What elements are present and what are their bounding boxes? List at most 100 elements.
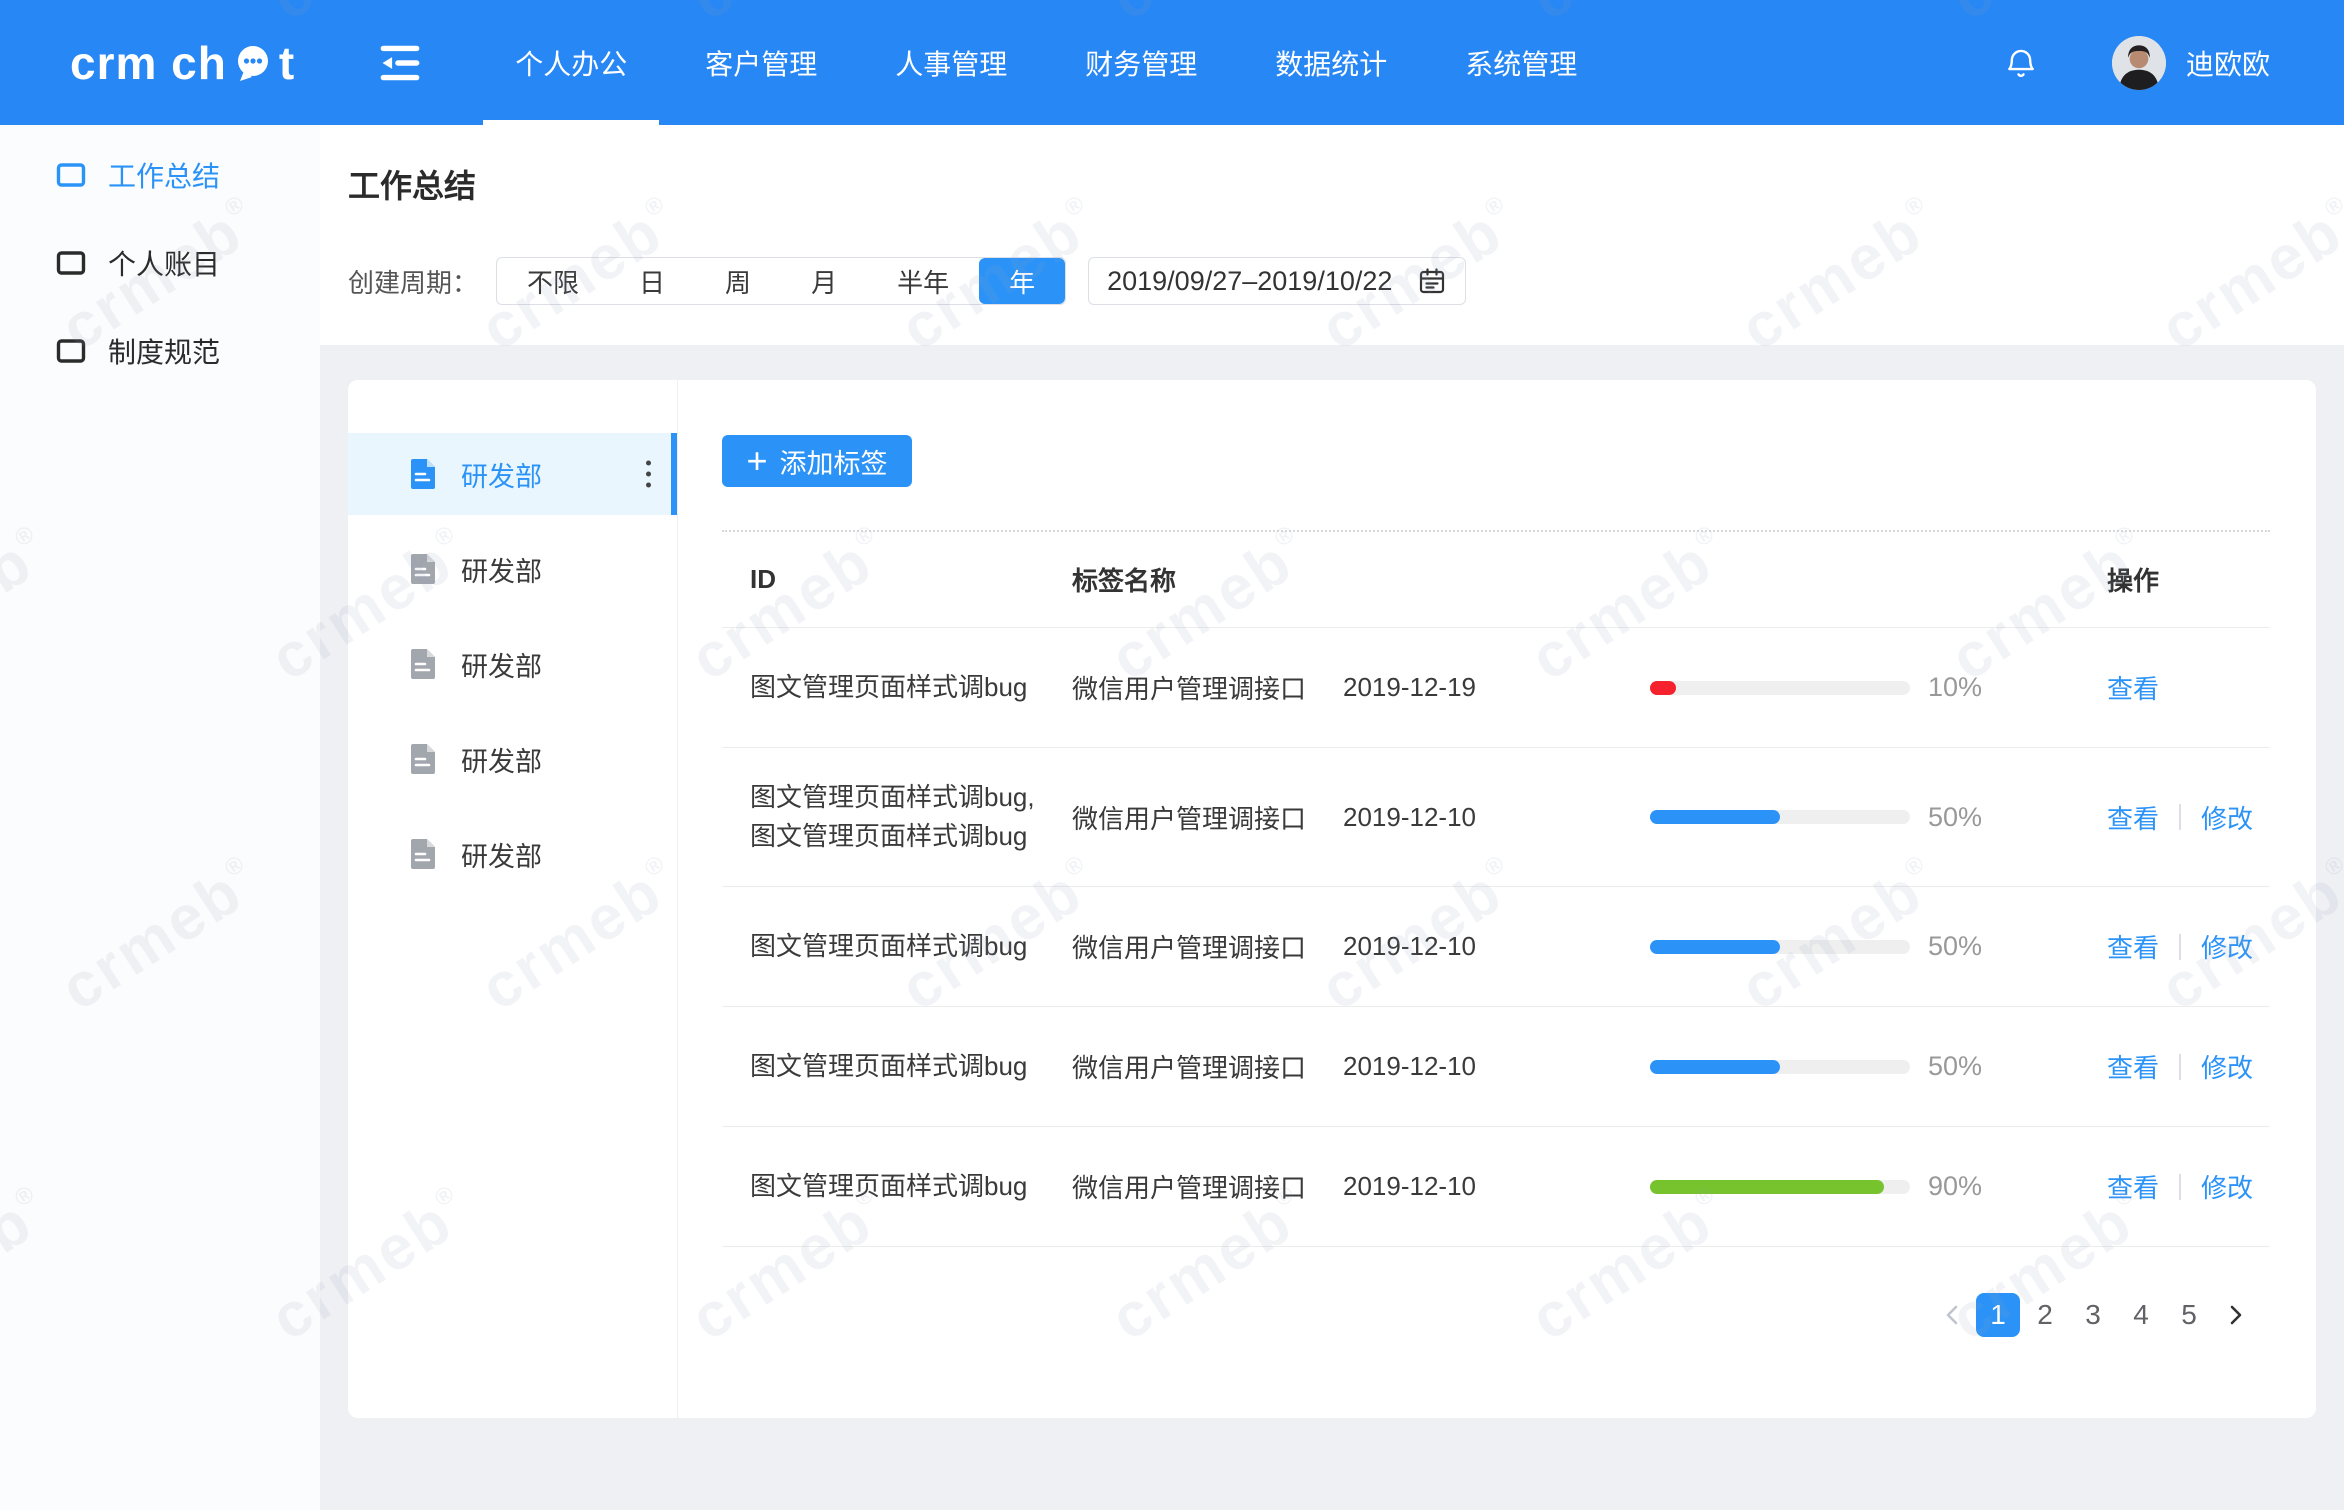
period-option-week[interactable]: 周: [695, 258, 781, 304]
table-row: 图文管理页面样式调bug 微信用户管理调接口 2019-12-10 50% 查看…: [722, 1007, 2270, 1127]
tag-table-section: + 添加标签 ID 标签名称 操作 图文管理页面样式调bug 微信用户管理调接口…: [678, 380, 2316, 1418]
document-icon: [410, 743, 437, 775]
department-list: 研发部 研发部 研发部 研发部: [348, 380, 678, 1418]
row-tag-name: 微信用户管理调接口: [1072, 1168, 1343, 1205]
view-link[interactable]: 查看: [2107, 669, 2159, 706]
progress-percent: 90%: [1928, 1171, 2107, 1202]
nav-label: 个人办公: [515, 43, 627, 83]
row-actions: 查看 修改: [2107, 1048, 2270, 1085]
chat-bubble-icon: [230, 40, 276, 86]
action-divider: [2179, 1054, 2181, 1080]
nav-label: 系统管理: [1465, 43, 1577, 83]
row-date: 2019-12-10: [1343, 1171, 1650, 1202]
view-link[interactable]: 查看: [2107, 799, 2159, 836]
logo-text-left: crm ch: [70, 40, 227, 86]
user-avatar[interactable]: [2112, 36, 2166, 90]
nav-item-system-mgmt[interactable]: 系统管理: [1433, 0, 1609, 125]
department-item[interactable]: 研发部: [348, 813, 677, 895]
sidebar-item-personal-account[interactable]: 个人账目: [0, 219, 320, 307]
logo-text-right: t: [279, 40, 295, 86]
sidebar-item-work-summary[interactable]: 工作总结: [0, 131, 320, 219]
table-row: 图文管理页面样式调bug 微信用户管理调接口 2019-12-10 50% 查看…: [722, 887, 2270, 1007]
plus-icon: +: [746, 445, 767, 477]
period-filter-label: 创建周期：: [348, 263, 478, 300]
department-item[interactable]: 研发部: [348, 528, 677, 610]
sidebar-item-rules[interactable]: 制度规范: [0, 307, 320, 395]
row-id: 图文管理页面样式调bug: [722, 668, 1072, 707]
date-range-picker[interactable]: 2019/09/27–2019/10/22: [1088, 257, 1466, 305]
brand-logo: crm ch t: [70, 40, 295, 86]
row-actions: 查看 修改: [2107, 1168, 2270, 1205]
department-name: 研发部: [461, 455, 542, 494]
sidebar-item-label: 个人账目: [108, 243, 220, 283]
period-option-year[interactable]: 年: [979, 258, 1065, 304]
edit-link[interactable]: 修改: [2201, 799, 2253, 836]
nav-label: 财务管理: [1085, 43, 1197, 83]
row-date: 2019-12-10: [1343, 931, 1650, 962]
header-right: 迪欧欧: [2002, 36, 2270, 90]
nav-item-statistics[interactable]: 数据统计: [1243, 0, 1419, 125]
row-actions: 查看 修改: [2107, 928, 2270, 965]
department-item-active[interactable]: 研发部: [348, 433, 677, 515]
page-number-4[interactable]: 4: [2118, 1293, 2164, 1337]
row-date: 2019-12-19: [1343, 672, 1650, 703]
pagination: 1 2 3 4 5: [722, 1293, 2256, 1337]
department-item[interactable]: 研发部: [348, 623, 677, 705]
row-id: 图文管理页面样式调bug, 图文管理页面样式调bug: [722, 778, 1072, 856]
department-item[interactable]: 研发部: [348, 718, 677, 800]
more-actions-icon[interactable]: [646, 461, 651, 488]
nav-item-hr-mgmt[interactable]: 人事管理: [863, 0, 1039, 125]
main-nav: 个人办公 客户管理 人事管理 财务管理 数据统计 系统管理: [483, 0, 1623, 125]
progress-bar: [1650, 940, 1928, 954]
nav-item-finance-mgmt[interactable]: 财务管理: [1053, 0, 1229, 125]
edit-link[interactable]: 修改: [2201, 1048, 2253, 1085]
next-page-icon[interactable]: [2214, 1293, 2256, 1337]
period-option-day[interactable]: 日: [609, 258, 695, 304]
progress-bar: [1650, 1060, 1928, 1074]
row-actions: 查看 修改: [2107, 799, 2270, 836]
action-divider: [2179, 1174, 2181, 1200]
sidebar-item-label: 工作总结: [108, 155, 220, 195]
period-option-unlimited[interactable]: 不限: [497, 258, 609, 304]
progress-percent: 50%: [1928, 802, 2107, 833]
view-link[interactable]: 查看: [2107, 1048, 2159, 1085]
menu-fold-icon[interactable]: [375, 38, 425, 88]
column-header-tag-name: 标签名称: [1072, 561, 1343, 598]
nav-item-customer-mgmt[interactable]: 客户管理: [673, 0, 849, 125]
view-link[interactable]: 查看: [2107, 1168, 2159, 1205]
prev-page-icon[interactable]: [1932, 1293, 1974, 1337]
row-id: 图文管理页面样式调bug: [722, 1167, 1072, 1206]
edit-link[interactable]: 修改: [2201, 928, 2253, 965]
nav-item-personal-office[interactable]: 个人办公: [483, 0, 659, 125]
department-name: 研发部: [461, 645, 542, 684]
nav-label: 客户管理: [705, 43, 817, 83]
progress-bar: [1650, 1180, 1928, 1194]
period-option-half-year[interactable]: 半年: [867, 258, 979, 304]
window-icon: [56, 250, 86, 276]
column-header-id: ID: [722, 560, 1072, 599]
add-tag-label: 添加标签: [780, 442, 888, 481]
row-tag-name: 微信用户管理调接口: [1072, 1048, 1343, 1085]
period-option-month[interactable]: 月: [781, 258, 867, 304]
app-header: crm ch t 个人办公 客户管理 人事管理 财务管理 数据统计 系统管理: [0, 0, 2344, 125]
add-tag-button[interactable]: + 添加标签: [722, 435, 912, 487]
row-id: 图文管理页面样式调bug: [722, 1047, 1072, 1086]
filter-panel: 工作总结 创建周期： 不限 日 周 月 半年 年 2019/09/27–2019…: [320, 125, 2344, 345]
notification-bell-icon[interactable]: [2002, 42, 2040, 84]
progress-bar: [1650, 681, 1928, 695]
page-number-1[interactable]: 1: [1976, 1293, 2020, 1337]
department-name: 研发部: [461, 550, 542, 589]
column-header-action: 操作: [2107, 561, 2270, 598]
sidebar-item-label: 制度规范: [108, 331, 220, 371]
page-number-3[interactable]: 3: [2070, 1293, 2116, 1337]
edit-link[interactable]: 修改: [2201, 1168, 2253, 1205]
action-divider: [2179, 934, 2181, 960]
department-name: 研发部: [461, 835, 542, 874]
action-divider: [2179, 804, 2181, 830]
page-number-5[interactable]: 5: [2166, 1293, 2212, 1337]
page-number-2[interactable]: 2: [2022, 1293, 2068, 1337]
row-tag-name: 微信用户管理调接口: [1072, 799, 1343, 836]
row-tag-name: 微信用户管理调接口: [1072, 669, 1343, 706]
view-link[interactable]: 查看: [2107, 928, 2159, 965]
username[interactable]: 迪欧欧: [2186, 43, 2270, 83]
